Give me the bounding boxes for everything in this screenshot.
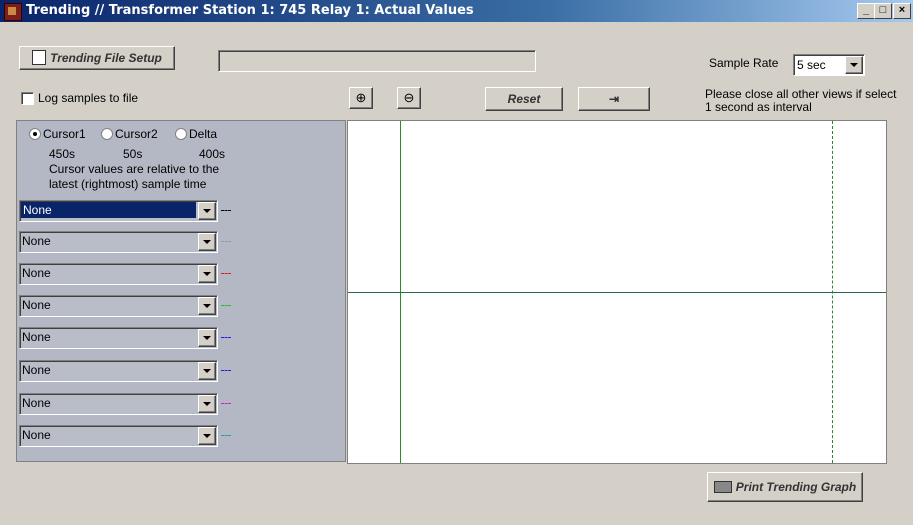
trending-file-setup-button[interactable]: Trending File Setup — [19, 46, 175, 70]
channel-select-7[interactable]: None — [19, 393, 218, 415]
chevron-down-icon[interactable] — [198, 329, 216, 347]
minimize-button[interactable]: _ — [857, 3, 875, 19]
chevron-down-icon[interactable] — [845, 56, 863, 74]
channel-color-swatch — [221, 305, 231, 306]
channel-value: None — [22, 266, 51, 280]
channel-select-3[interactable]: None — [19, 263, 218, 285]
reset-button[interactable]: Reset — [485, 87, 563, 111]
trending-file-setup-label: Trending File Setup — [50, 51, 162, 65]
cursor2-label: Cursor2 — [115, 127, 158, 141]
arrow-right-icon: ⇥ — [608, 92, 620, 106]
chevron-down-icon[interactable] — [198, 202, 216, 220]
channel-select-1[interactable]: None — [19, 200, 218, 222]
trend-graph[interactable] — [347, 120, 887, 464]
chevron-down-icon[interactable] — [198, 395, 216, 413]
log-samples-label: Log samples to file — [38, 91, 139, 105]
graph-center-line — [348, 292, 886, 293]
chevron-down-icon[interactable] — [198, 297, 216, 315]
channel-color-swatch — [221, 435, 231, 436]
channel-value: None — [22, 363, 51, 377]
zoom-out-icon: ⊖ — [403, 90, 415, 105]
chevron-down-icon[interactable] — [198, 265, 216, 283]
sample-rate-select[interactable]: 5 sec — [793, 54, 865, 76]
channel-select-6[interactable]: None — [19, 360, 218, 382]
channel-color-swatch — [221, 370, 231, 371]
close-button[interactable]: × — [893, 3, 911, 19]
cursor2-value: 50s — [123, 147, 143, 161]
print-trending-graph-button[interactable]: Print Trending Graph — [707, 472, 863, 502]
window-title: Trending // Transformer Station 1: 745 R… — [26, 3, 474, 18]
chevron-down-icon[interactable] — [198, 362, 216, 380]
print-trending-graph-label: Print Trending Graph — [735, 480, 857, 494]
channel-value: None — [22, 428, 51, 442]
scroll-right-button[interactable]: ⇥ — [578, 87, 650, 111]
sample-rate-value: 5 sec — [797, 58, 826, 72]
trending-window: Trending // Transformer Station 1: 745 R… — [0, 0, 913, 525]
channel-select-5[interactable]: None — [19, 327, 218, 349]
channel-select-4[interactable]: None — [19, 295, 218, 317]
delta-radio[interactable] — [175, 128, 187, 140]
zoom-in-button[interactable]: ⊕ — [349, 87, 373, 109]
app-icon — [4, 3, 22, 21]
zoom-in-icon: ⊕ — [355, 90, 367, 105]
cursor-note-line2: latest (rightmost) sample time — [49, 177, 207, 191]
channel-value: None — [21, 202, 196, 218]
file-path-field[interactable] — [218, 50, 536, 72]
delta-label: Delta — [189, 127, 218, 141]
title-bar[interactable]: Trending // Transformer Station 1: 745 R… — [0, 0, 913, 22]
interval-note: Please close all other views if select 1… — [705, 87, 897, 114]
channel-select-8[interactable]: None — [19, 425, 218, 447]
cursor2-radio[interactable] — [101, 128, 113, 140]
channel-color-swatch — [221, 210, 231, 211]
channel-color-swatch — [221, 403, 231, 404]
cursor1-label: Cursor1 — [43, 127, 86, 141]
channel-value: None — [22, 298, 51, 312]
channel-select-2[interactable]: None — [19, 231, 218, 253]
channel-color-swatch — [221, 241, 231, 242]
printer-icon — [713, 480, 732, 493]
cursor1-value: 450s — [49, 147, 76, 161]
zoom-out-button[interactable]: ⊖ — [397, 87, 421, 109]
channel-value: None — [22, 396, 51, 410]
cursor1-radio[interactable] — [29, 128, 41, 140]
delta-value: 400s — [199, 147, 226, 161]
sample-rate-label: Sample Rate — [709, 56, 779, 70]
channel-value: None — [22, 330, 51, 344]
maximize-button[interactable]: □ — [874, 3, 892, 19]
channel-color-swatch — [221, 337, 231, 338]
log-samples-checkbox[interactable] — [21, 92, 34, 105]
file-setup-icon — [32, 50, 47, 66]
cursor-note-line1: Cursor values are relative to the — [49, 162, 220, 176]
channel-color-swatch — [221, 273, 231, 274]
chevron-down-icon[interactable] — [198, 233, 216, 251]
chevron-down-icon[interactable] — [198, 427, 216, 445]
channel-value: None — [22, 234, 51, 248]
